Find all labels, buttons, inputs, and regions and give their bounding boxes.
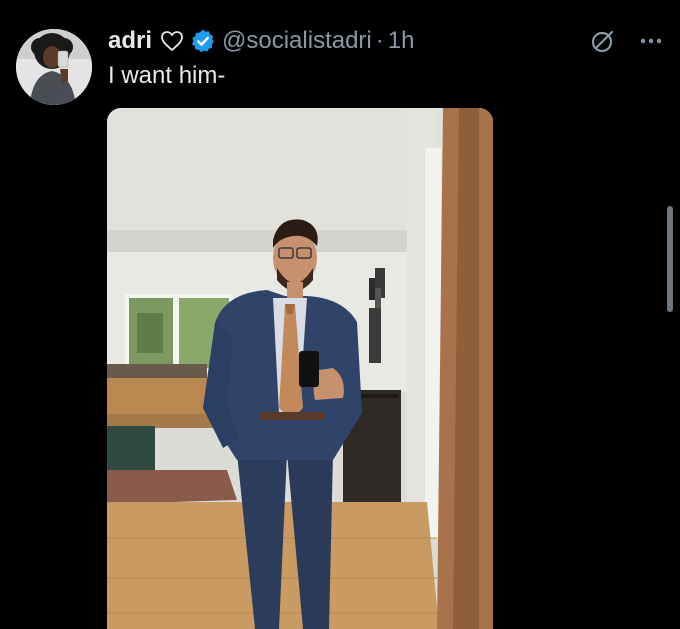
scrollbar[interactable] — [667, 206, 673, 312]
avatar[interactable] — [16, 29, 92, 105]
more-icon[interactable] — [637, 31, 665, 51]
tweet-text: I want him- — [108, 62, 226, 89]
tweet: adri @socialistadri · 1h I want him- — [0, 0, 680, 629]
mirror-selfie-image — [107, 108, 493, 629]
avatar-image — [16, 29, 92, 105]
verified-badge-icon[interactable] — [190, 28, 216, 54]
handle[interactable]: @socialistadri — [222, 26, 372, 56]
heart-icon — [160, 30, 184, 52]
grok-icon[interactable] — [590, 28, 616, 54]
tweet-header: adri @socialistadri · 1h — [108, 26, 414, 56]
tweet-photo[interactable] — [107, 108, 493, 629]
timestamp[interactable]: 1h — [388, 26, 415, 56]
separator-dot: · — [375, 27, 384, 54]
display-name[interactable]: adri — [108, 26, 152, 56]
